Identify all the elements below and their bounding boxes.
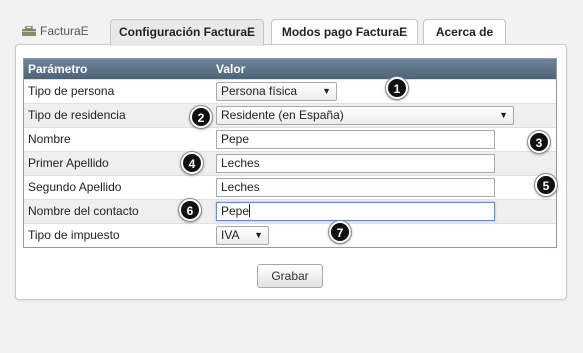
tipo-persona-value: Persona física: [221, 84, 298, 98]
save-button[interactable]: Grabar: [257, 264, 323, 288]
segundo-apellido-value: Leches: [221, 180, 260, 194]
header-valor: Valor: [216, 62, 246, 76]
tipo-residencia-select[interactable]: Residente (en España) ▼: [216, 106, 514, 125]
segundo-apellido-input[interactable]: Leches: [216, 178, 495, 197]
nombre-input[interactable]: Pepe: [216, 130, 495, 149]
nombre-value: Pepe: [221, 132, 250, 146]
row-nombre: Nombre Pepe: [24, 127, 556, 151]
callout-badge-4: 4: [181, 152, 203, 174]
callout-badge-6: 6: [179, 199, 201, 221]
settings-grid: Parámetro Valor Tipo de persona Persona …: [23, 58, 557, 248]
callout-badge-1: 1: [386, 77, 408, 99]
primer-apellido-value: Leches: [221, 156, 260, 170]
label-nombre: Nombre: [28, 132, 71, 146]
row-tipo-residencia: Tipo de residencia Residente (en España)…: [24, 103, 556, 127]
tab-facturae-label: FacturaE: [40, 24, 89, 38]
tab-acerca-de-label: Acerca de: [435, 25, 494, 39]
callout-badge-2: 2: [190, 106, 212, 128]
row-segundo-apellido: Segundo Apellido Leches: [24, 175, 556, 199]
label-nombre-contacto: Nombre del contacto: [28, 204, 139, 218]
tab-modos-pago[interactable]: Modos pago FacturaE: [271, 19, 418, 44]
nombre-contacto-value: Pepe: [221, 204, 250, 218]
row-tipo-impuesto: Tipo de impuesto IVA ▼: [24, 223, 556, 247]
row-nombre-contacto: Nombre del contacto Pepe: [24, 199, 556, 223]
tipo-impuesto-value: IVA: [221, 228, 240, 242]
callout-badge-3: 3: [528, 131, 550, 153]
label-segundo-apellido: Segundo Apellido: [28, 180, 122, 194]
text-cursor: [249, 204, 251, 217]
header-parametro: Parámetro: [28, 62, 88, 76]
row-tipo-persona: Tipo de persona Persona física ▼: [24, 79, 556, 103]
chevron-down-icon: ▼: [322, 86, 331, 96]
callout-badge-5: 5: [535, 174, 557, 196]
primer-apellido-input[interactable]: Leches: [216, 154, 495, 173]
chevron-down-icon: ▼: [254, 230, 263, 240]
tab-facturae[interactable]: FacturaE: [22, 19, 104, 44]
grid-header: Parámetro Valor: [24, 59, 556, 79]
toolbox-icon: [22, 20, 36, 36]
chevron-down-icon: ▼: [499, 110, 508, 120]
tipo-impuesto-select[interactable]: IVA ▼: [216, 226, 269, 245]
tab-configuracion[interactable]: Configuración FacturaE: [110, 19, 264, 46]
tipo-residencia-value: Residente (en España): [221, 108, 344, 122]
tipo-persona-select[interactable]: Persona física ▼: [216, 82, 337, 101]
nombre-contacto-input[interactable]: Pepe: [216, 202, 495, 221]
label-tipo-residencia: Tipo de residencia: [28, 108, 126, 122]
label-tipo-persona: Tipo de persona: [28, 84, 115, 98]
row-primer-apellido: Primer Apellido Leches: [24, 151, 556, 175]
tab-acerca-de[interactable]: Acerca de: [423, 19, 506, 44]
tab-modos-pago-label: Modos pago FacturaE: [281, 25, 408, 39]
tab-configuracion-label: Configuración FacturaE: [118, 25, 255, 39]
label-primer-apellido: Primer Apellido: [28, 156, 109, 170]
callout-badge-7: 7: [329, 221, 351, 243]
label-tipo-impuesto: Tipo de impuesto: [28, 228, 120, 242]
